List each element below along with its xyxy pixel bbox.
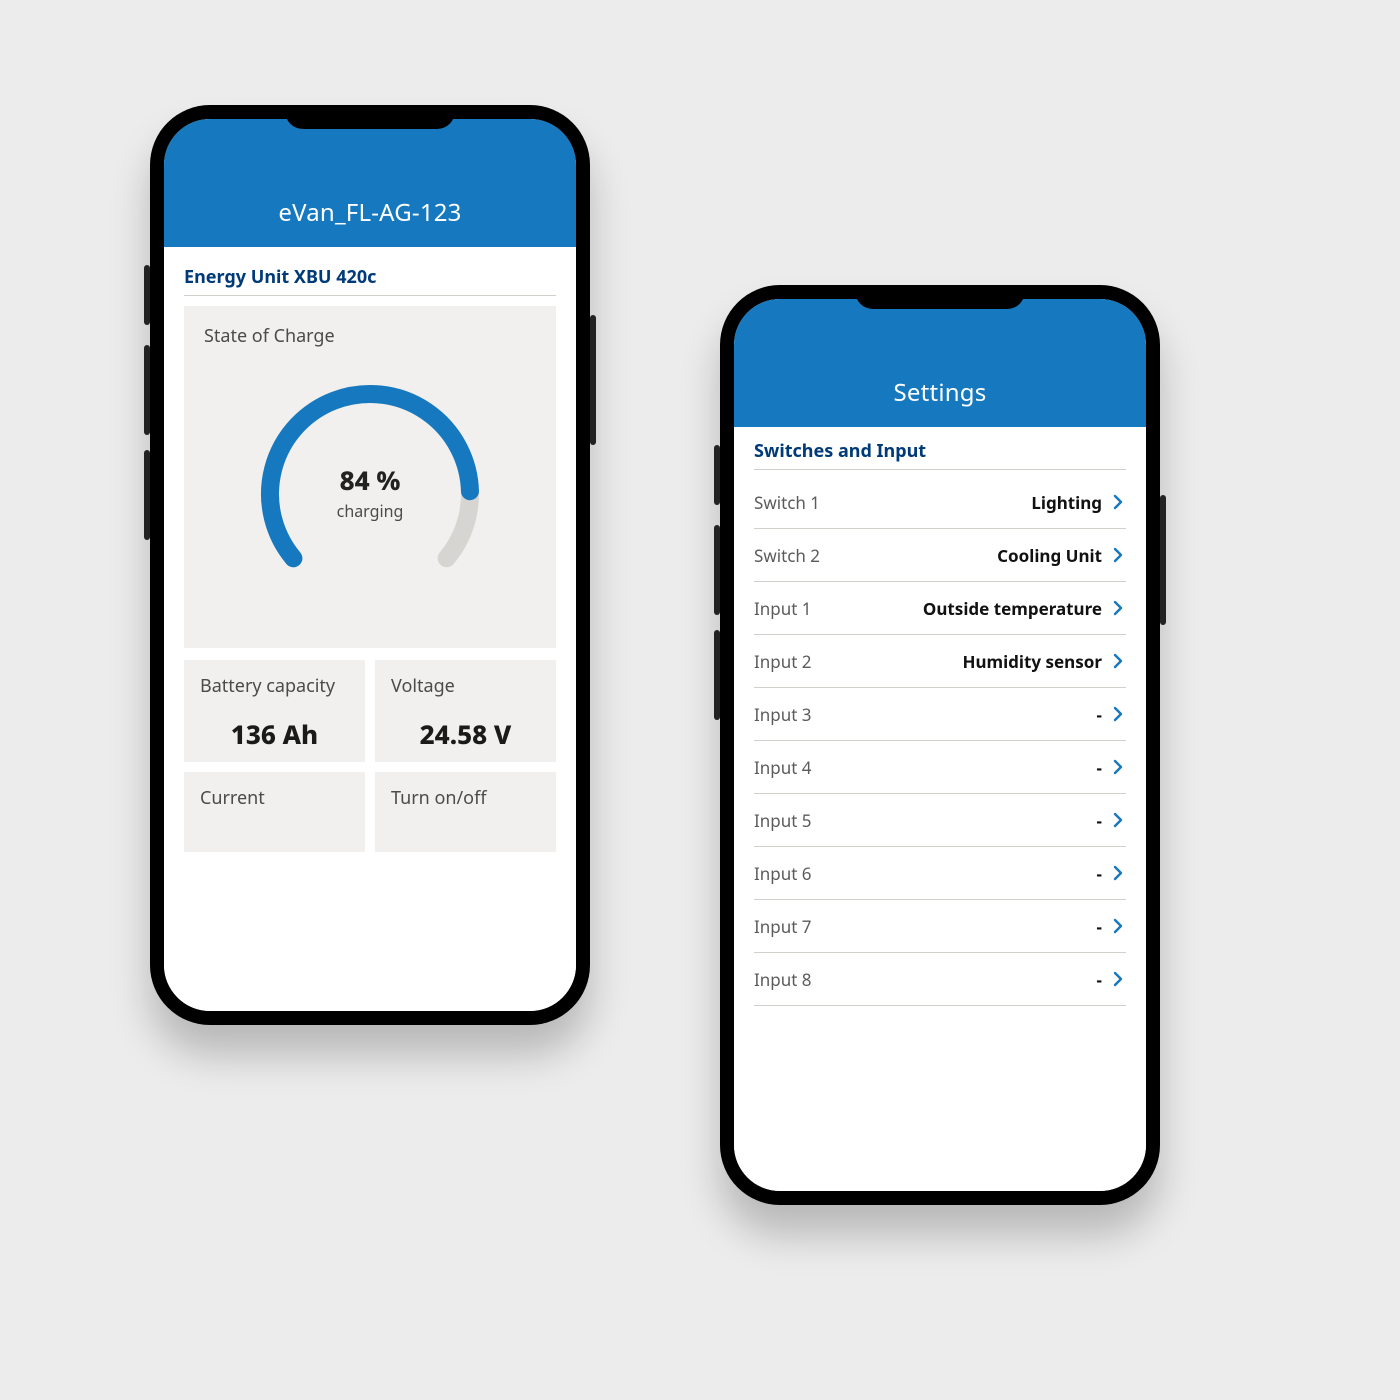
phone-frame-right: Settings Switches and Input Switch 1Ligh… bbox=[720, 285, 1160, 1205]
settings-row-label: Input 4 bbox=[754, 756, 1097, 779]
chevron-right-icon bbox=[1110, 864, 1126, 882]
settings-row-value: - bbox=[1097, 915, 1102, 938]
settings-row[interactable]: Input 3- bbox=[754, 688, 1126, 741]
chevron-right-icon bbox=[1110, 811, 1126, 829]
state-of-charge-gauge: 84 % charging bbox=[204, 354, 536, 614]
settings-row-value: Humidity sensor bbox=[962, 650, 1102, 673]
state-of-charge-label: State of Charge bbox=[204, 324, 536, 348]
settings-row-label: Input 2 bbox=[754, 650, 962, 673]
settings-row-value: - bbox=[1097, 703, 1102, 726]
settings-row-label: Input 6 bbox=[754, 862, 1097, 885]
settings-row-label: Input 8 bbox=[754, 968, 1097, 991]
power-toggle-label: Turn on/off bbox=[391, 786, 540, 810]
voltage-tile: Voltage 24.58 V bbox=[375, 660, 556, 762]
section-title-energy-unit: Energy Unit XBU 420c bbox=[184, 265, 556, 296]
appbar: eVan_FL-AG-123 bbox=[164, 119, 576, 247]
settings-row-label: Switch 2 bbox=[754, 544, 997, 567]
voltage-value: 24.58 V bbox=[391, 716, 540, 752]
state-of-charge-status: charging bbox=[337, 500, 404, 522]
chevron-right-icon bbox=[1110, 652, 1126, 670]
state-of-charge-card: State of Charge 84 % charging bbox=[184, 306, 556, 648]
settings-row[interactable]: Input 2Humidity sensor bbox=[754, 635, 1126, 688]
phone-side-button bbox=[144, 265, 150, 325]
settings-row[interactable]: Switch 1Lighting bbox=[754, 476, 1126, 529]
settings-row-value: Cooling Unit bbox=[997, 544, 1102, 567]
settings-row-label: Input 5 bbox=[754, 809, 1097, 832]
voltage-label: Voltage bbox=[391, 674, 540, 698]
settings-row[interactable]: Input 8- bbox=[754, 953, 1126, 1006]
chevron-right-icon bbox=[1110, 599, 1126, 617]
chevron-right-icon bbox=[1110, 493, 1126, 511]
chevron-right-icon bbox=[1110, 917, 1126, 935]
settings-row-value: - bbox=[1097, 809, 1102, 832]
settings-row-value: Outside temperature bbox=[923, 597, 1102, 620]
state-of-charge-percent: 84 % bbox=[337, 462, 404, 498]
section-title-switches: Switches and Input bbox=[754, 439, 1126, 470]
battery-capacity-label: Battery capacity bbox=[200, 674, 349, 698]
settings-row-value: - bbox=[1097, 968, 1102, 991]
power-toggle-tile[interactable]: Turn on/off bbox=[375, 772, 556, 852]
settings-row[interactable]: Input 4- bbox=[754, 741, 1126, 794]
settings-row-label: Input 3 bbox=[754, 703, 1097, 726]
settings-row-label: Input 1 bbox=[754, 597, 923, 620]
settings-row-value: Lighting bbox=[1031, 491, 1102, 514]
settings-row[interactable]: Input 5- bbox=[754, 794, 1126, 847]
settings-row-value: - bbox=[1097, 862, 1102, 885]
phone-side-button bbox=[590, 315, 596, 445]
settings-row-label: Switch 1 bbox=[754, 491, 1031, 514]
screen-right: Settings Switches and Input Switch 1Ligh… bbox=[734, 299, 1146, 1191]
settings-row-value: - bbox=[1097, 756, 1102, 779]
battery-capacity-value: 136 Ah bbox=[200, 716, 349, 752]
settings-row-label: Input 7 bbox=[754, 915, 1097, 938]
appbar: Settings bbox=[734, 299, 1146, 427]
phone-side-button bbox=[144, 450, 150, 540]
phone-frame-left: eVan_FL-AG-123 Energy Unit XBU 420c Stat… bbox=[150, 105, 590, 1025]
phone-notch bbox=[285, 105, 455, 129]
appbar-title: eVan_FL-AG-123 bbox=[278, 196, 461, 229]
chevron-right-icon bbox=[1110, 546, 1126, 564]
current-label: Current bbox=[200, 786, 349, 810]
appbar-title: Settings bbox=[894, 376, 987, 409]
settings-list: Switch 1LightingSwitch 2Cooling UnitInpu… bbox=[754, 476, 1126, 1006]
phone-side-button bbox=[144, 345, 150, 435]
phone-side-button bbox=[714, 630, 720, 720]
battery-capacity-tile: Battery capacity 136 Ah bbox=[184, 660, 365, 762]
chevron-right-icon bbox=[1110, 758, 1126, 776]
phone-notch bbox=[855, 285, 1025, 309]
chevron-right-icon bbox=[1110, 705, 1126, 723]
phone-side-button bbox=[1160, 495, 1166, 625]
screen-left: eVan_FL-AG-123 Energy Unit XBU 420c Stat… bbox=[164, 119, 576, 1011]
current-tile: Current bbox=[184, 772, 365, 852]
phone-side-button bbox=[714, 445, 720, 505]
phone-side-button bbox=[714, 525, 720, 615]
settings-row[interactable]: Switch 2Cooling Unit bbox=[754, 529, 1126, 582]
settings-row[interactable]: Input 6- bbox=[754, 847, 1126, 900]
settings-row[interactable]: Input 1Outside temperature bbox=[754, 582, 1126, 635]
chevron-right-icon bbox=[1110, 970, 1126, 988]
settings-row[interactable]: Input 7- bbox=[754, 900, 1126, 953]
